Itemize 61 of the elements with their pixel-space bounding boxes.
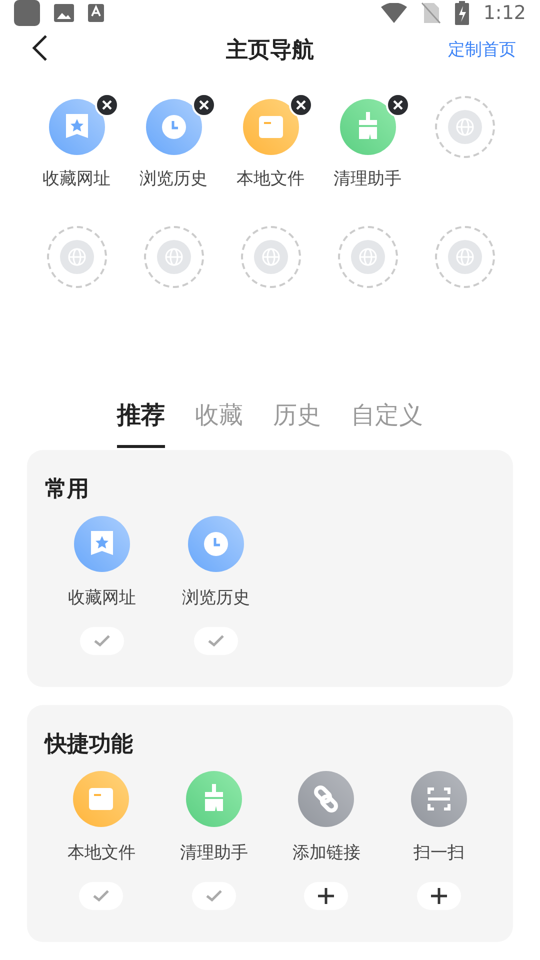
close-icon [102, 100, 112, 110]
scan-icon [410, 771, 467, 827]
globe-icon [454, 117, 474, 138]
add-toggle[interactable] [416, 882, 461, 910]
check-icon [94, 635, 110, 647]
section-title: 常用 [45, 476, 90, 504]
empty-slot[interactable] [434, 96, 494, 158]
add-toggle[interactable] [304, 882, 348, 910]
text-icon [88, 4, 104, 22]
plus-icon [430, 888, 447, 904]
empty-slot[interactable] [434, 226, 494, 288]
section-title: 快捷功能 [45, 731, 134, 759]
shortcut-label: 浏览历史 [182, 587, 250, 609]
clock-time: 1:12 [483, 2, 526, 24]
folder-icon [73, 771, 130, 827]
shortcut-label: 收藏网址 [42, 168, 110, 190]
shortcut-label: 清理助手 [180, 842, 248, 864]
shortcut-label: 收藏网址 [68, 587, 136, 609]
check-icon [208, 635, 224, 647]
broom-icon [340, 99, 396, 156]
globe-icon [66, 247, 86, 268]
category-tab[interactable]: 收藏 [195, 399, 243, 448]
added-toggle[interactable] [192, 882, 236, 910]
shortcut-label: 浏览历史 [140, 168, 208, 190]
globe-icon [260, 247, 280, 268]
empty-slot[interactable] [338, 226, 398, 288]
category-tab[interactable]: 历史 [273, 399, 321, 448]
added-toggle[interactable] [194, 627, 238, 655]
globe-icon [454, 247, 474, 268]
plus-icon [318, 888, 334, 904]
check-icon [93, 890, 110, 902]
empty-slot[interactable] [46, 226, 106, 288]
clock-icon [146, 99, 202, 156]
close-icon [296, 100, 306, 110]
bookmark-icon [74, 516, 130, 572]
folder-icon [242, 99, 298, 156]
shortcut-label: 本地文件 [236, 168, 304, 190]
link-icon [298, 771, 354, 827]
broom-icon [186, 771, 242, 827]
check-icon [206, 890, 222, 902]
page-title: 主页导航 [226, 36, 314, 65]
close-icon [392, 100, 402, 110]
no-sim-icon [421, 2, 442, 24]
clock-icon [188, 516, 244, 572]
app-icon [14, 0, 40, 26]
added-toggle[interactable] [80, 627, 124, 655]
shortcut-label: 添加链接 [292, 842, 360, 864]
shortcut-label: 清理助手 [334, 168, 402, 190]
image-icon [54, 4, 74, 22]
shortcut-label: 本地文件 [67, 842, 136, 864]
customize-link[interactable]: 定制首页 [448, 38, 516, 62]
empty-slot[interactable] [240, 226, 300, 288]
category-tab[interactable]: 自定义 [351, 399, 423, 448]
empty-slot[interactable] [144, 226, 204, 288]
close-icon [198, 100, 208, 110]
bookmark-icon [48, 99, 104, 156]
added-toggle[interactable] [79, 882, 124, 910]
globe-icon [358, 247, 378, 268]
wifi-icon [381, 3, 408, 23]
globe-icon [164, 247, 184, 268]
shortcut-label: 扫一扫 [413, 842, 464, 864]
